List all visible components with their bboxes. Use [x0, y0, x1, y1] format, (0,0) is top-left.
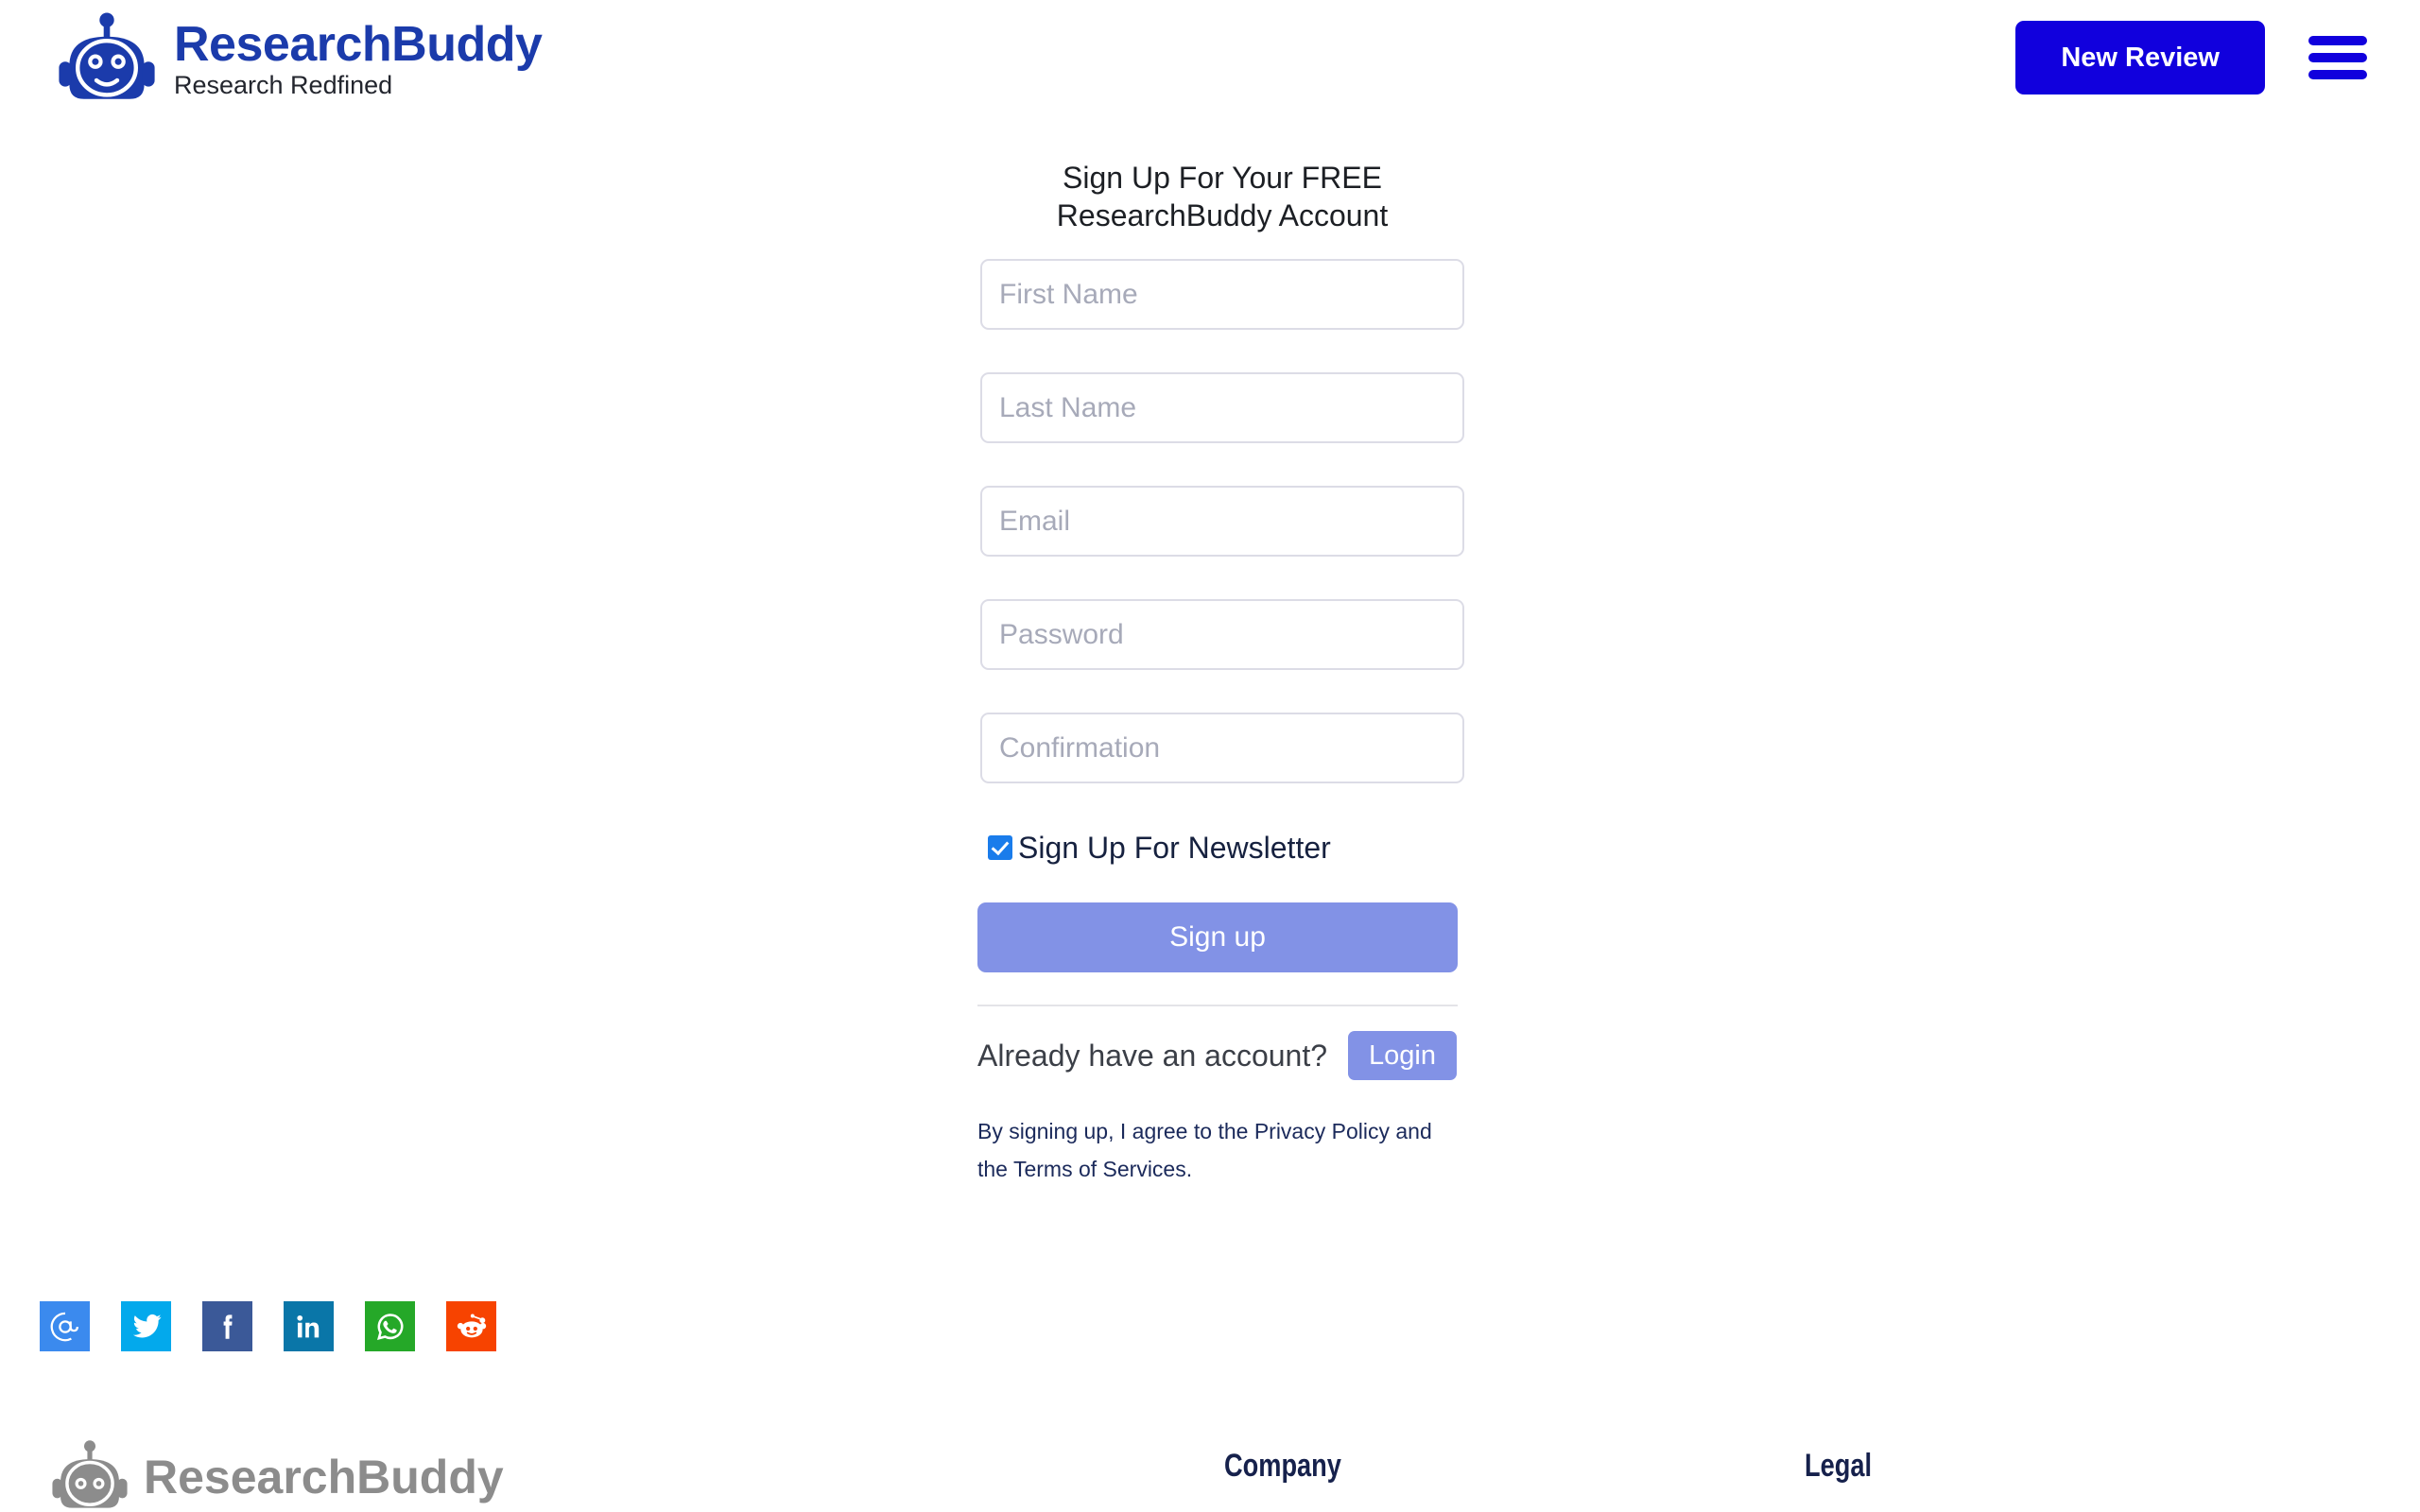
newsletter-checkbox[interactable] — [988, 835, 1012, 860]
footer-legal-column: Legal — [1805, 1448, 1889, 1485]
login-button[interactable]: Login — [1348, 1031, 1457, 1080]
sign-up-button[interactable]: Sign up — [977, 902, 1458, 972]
terms-suffix: . — [1185, 1157, 1193, 1182]
footer-company-column: Company — [1224, 1448, 1371, 1485]
terms-of-services-link[interactable]: Terms of Services — [1013, 1157, 1186, 1181]
hamburger-menu-icon[interactable] — [2308, 36, 2367, 79]
newsletter-label: Sign Up For Newsletter — [1018, 831, 1331, 865]
form-divider — [977, 1005, 1458, 1006]
footer-robot-logo-icon — [52, 1440, 128, 1508]
robot-logo-icon — [59, 12, 155, 99]
terms-prefix: By signing up, I agree to the — [977, 1119, 1254, 1143]
at-icon — [50, 1312, 78, 1341]
linkedin-icon — [296, 1314, 319, 1337]
whatsapp-share-button[interactable] — [365, 1301, 415, 1351]
email-input[interactable] — [980, 486, 1464, 557]
reddit-icon — [457, 1314, 486, 1337]
terms-text: By signing up, I agree to the Privacy Po… — [977, 1112, 1443, 1189]
reddit-share-button[interactable] — [446, 1301, 496, 1351]
brand-tagline: Research Redfined — [174, 71, 393, 100]
confirmation-input[interactable] — [980, 713, 1464, 783]
whatsapp-icon — [376, 1313, 403, 1340]
footer-legal-title: Legal — [1805, 1448, 1873, 1484]
linkedin-share-button[interactable] — [284, 1301, 334, 1351]
hamburger-bar — [2308, 53, 2367, 62]
twitter-share-button[interactable] — [121, 1301, 171, 1351]
page-root: ResearchBuddy Research Redfined New Revi… — [0, 0, 2420, 1512]
twitter-icon — [132, 1314, 162, 1337]
site-footer: ResearchBuddy Company Legal — [0, 1427, 2420, 1512]
social-share-bar — [40, 1301, 496, 1351]
first-name-input[interactable] — [980, 259, 1464, 330]
new-review-button[interactable]: New Review — [2015, 21, 2265, 94]
email-share-button[interactable] — [40, 1301, 90, 1351]
signup-form: Sign Up For Your FREE ResearchBuddy Acco… — [977, 159, 1464, 1189]
header-actions: New Review — [2015, 21, 2367, 94]
privacy-policy-link[interactable]: Privacy Policy — [1254, 1119, 1390, 1143]
hamburger-bar — [2308, 70, 2367, 79]
signup-heading: Sign Up For Your FREE ResearchBuddy Acco… — [1056, 161, 1389, 232]
footer-brand[interactable]: ResearchBuddy — [49, 1436, 504, 1512]
brand-title: ResearchBuddy — [174, 17, 543, 73]
hamburger-bar — [2308, 36, 2367, 45]
newsletter-checkbox-row[interactable]: Sign Up For Newsletter — [988, 833, 1464, 863]
site-header: ResearchBuddy Research Redfined New Revi… — [0, 0, 2420, 132]
facebook-icon — [223, 1314, 233, 1339]
brand-text-block: ResearchBuddy Research Redfined — [174, 17, 543, 100]
password-input[interactable] — [980, 599, 1464, 670]
login-row: Already have an account? Login — [977, 1031, 1464, 1080]
footer-brand-name: ResearchBuddy — [144, 1451, 504, 1503]
footer-company-title: Company — [1224, 1448, 1341, 1484]
last-name-input[interactable] — [980, 372, 1464, 443]
header-brand[interactable]: ResearchBuddy Research Redfined — [55, 8, 543, 112]
facebook-share-button[interactable] — [202, 1301, 252, 1351]
already-have-account-text: Already have an account? — [977, 1038, 1328, 1073]
